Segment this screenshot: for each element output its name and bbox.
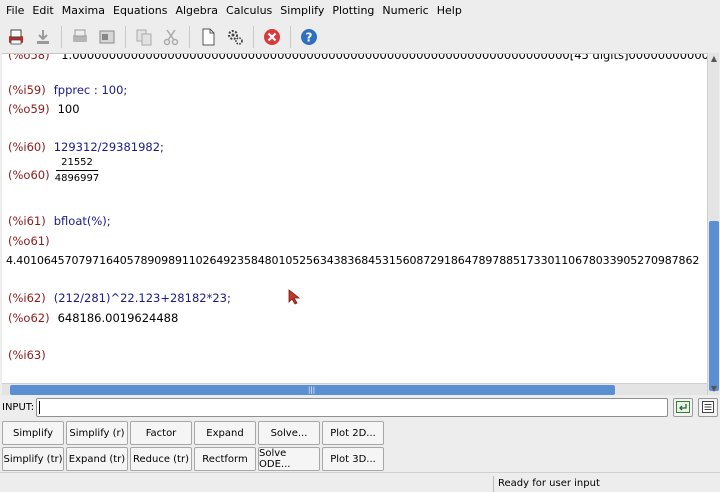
plot-2d-button[interactable]: Plot 2D... <box>322 421 384 445</box>
text-caret <box>39 400 40 414</box>
fraction-numerator: 21552 <box>61 157 93 168</box>
svg-text:?: ? <box>306 31 313 45</box>
toolbar-separator <box>253 26 254 48</box>
button-row-1: Simplify Simplify (r) Factor Expand Solv… <box>2 421 386 445</box>
output-cell: (%o59) 100 <box>8 102 80 116</box>
menu-calculus[interactable]: Calculus <box>222 0 276 22</box>
rectform-button[interactable]: Rectform <box>194 447 256 471</box>
menu-edit[interactable]: Edit <box>28 0 57 22</box>
menu-simplify[interactable]: Simplify <box>276 0 328 22</box>
menu-help[interactable]: Help <box>433 0 466 22</box>
toolbar: ? <box>0 22 720 52</box>
settings-icon[interactable] <box>223 25 247 49</box>
input-expression[interactable]: fpprec : 100; <box>54 83 128 97</box>
print-setup-icon[interactable] <box>95 25 119 49</box>
history-button[interactable] <box>698 397 718 417</box>
scroll-down-icon[interactable]: ▼ <box>708 383 720 395</box>
input-cell[interactable]: (%i62) (212/281)^22.123+28182*23; <box>8 291 231 305</box>
grip-icon: ||| <box>308 386 316 394</box>
expand-button[interactable]: Expand <box>194 421 256 445</box>
new-file-icon[interactable] <box>196 25 220 49</box>
input-field[interactable] <box>36 397 668 417</box>
plot-3d-button[interactable]: Plot 3D... <box>322 447 384 471</box>
enter-icon <box>676 401 690 413</box>
menu-algebra[interactable]: Algebra <box>171 0 222 22</box>
solve-ode-button[interactable]: Solve ODE... <box>258 447 320 471</box>
output-value: 648186.0019624488 <box>57 311 179 325</box>
output-cell: (%o61) <box>8 234 50 248</box>
output-label: (%o60) <box>8 168 50 182</box>
input-label: INPUT: <box>2 401 35 413</box>
status-text: Ready for user input <box>493 476 693 492</box>
print-preview-icon[interactable] <box>68 25 92 49</box>
worksheet[interactable]: (%o58) 1.0000000000000000000000000000000… <box>2 53 707 383</box>
toolbar-separator <box>189 26 190 48</box>
output-label: (%o62) <box>8 311 50 325</box>
mouse-cursor-icon <box>288 289 301 305</box>
input-expression[interactable]: 129312/29381982; <box>54 140 164 154</box>
output-cell: (%o60) <box>8 168 50 182</box>
input-label: (%i62) <box>8 291 46 305</box>
simplify-tr-button[interactable]: Simplify (tr) <box>2 447 64 471</box>
expand-tr-button[interactable]: Expand (tr) <box>66 447 128 471</box>
menu-maxima[interactable]: Maxima <box>58 0 109 22</box>
output-cell: (%o62) 648186.0019624488 <box>8 311 178 325</box>
button-row-2: Simplify (tr) Expand (tr) Reduce (tr) Re… <box>2 447 386 471</box>
toolbar-separator <box>290 26 291 48</box>
input-cell[interactable]: (%i60) 129312/29381982; <box>8 140 164 154</box>
enter-button[interactable] <box>673 397 693 417</box>
input-cell[interactable]: (%i61) bfloat(%); <box>8 214 111 228</box>
menubar: File Edit Maxima Equations Algebra Calcu… <box>0 0 720 22</box>
horizontal-scrollbar[interactable]: ||| <box>2 383 707 395</box>
print-icon[interactable] <box>4 25 28 49</box>
status-bar: Ready for user input <box>0 472 720 492</box>
output-label: (%o61) <box>8 234 50 248</box>
vertical-scroll-thumb[interactable] <box>709 221 719 391</box>
help-icon[interactable]: ? <box>297 25 321 49</box>
bfloat-output: 4.40106457079716405789098911026492358480… <box>6 254 699 267</box>
copy-icon[interactable] <box>132 25 156 49</box>
scroll-up-icon[interactable]: ▲ <box>708 53 720 65</box>
stop-icon[interactable] <box>260 25 284 49</box>
input-cell[interactable]: (%i63) <box>8 348 46 362</box>
solve-button[interactable]: Solve... <box>258 421 320 445</box>
input-expression[interactable]: bfloat(%); <box>54 214 111 228</box>
fraction-denominator: 4896997 <box>54 173 100 184</box>
input-label: (%i59) <box>8 83 46 97</box>
output-value: 1.00000000000000000000000000000000000000… <box>61 53 707 62</box>
input-cell[interactable]: (%i59) fpprec : 100; <box>8 83 127 97</box>
simplify-button[interactable]: Simplify <box>2 421 64 445</box>
output-label: (%o58) <box>8 53 50 62</box>
save-icon[interactable] <box>31 25 55 49</box>
reduce-tr-button[interactable]: Reduce (tr) <box>130 447 192 471</box>
fraction-output: 21552 4896997 <box>54 157 100 184</box>
list-icon <box>702 401 714 413</box>
menu-plotting[interactable]: Plotting <box>328 0 378 22</box>
cut-icon[interactable] <box>159 25 183 49</box>
input-expression[interactable]: (212/281)^22.123+28182*23; <box>54 291 231 305</box>
input-label: (%i60) <box>8 140 46 154</box>
menu-file[interactable]: File <box>2 0 28 22</box>
factor-button[interactable]: Factor <box>130 421 192 445</box>
vertical-scrollbar[interactable]: ▲ ▼ <box>707 53 719 395</box>
output-value: 100 <box>57 102 80 116</box>
input-row: INPUT: <box>0 396 720 418</box>
toolbar-separator <box>125 26 126 48</box>
toolbar-separator <box>61 26 62 48</box>
output-value: 4.40106457079716405789098911026492358480… <box>6 254 700 267</box>
input-label: (%i63) <box>8 348 46 362</box>
menu-numeric[interactable]: Numeric <box>378 0 432 22</box>
simplify-r-button[interactable]: Simplify (r) <box>66 421 128 445</box>
menu-equations[interactable]: Equations <box>109 0 171 22</box>
cut-off-output: (%o58) 1.0000000000000000000000000000000… <box>8 53 707 62</box>
output-label: (%o59) <box>8 102 50 116</box>
input-label: (%i61) <box>8 214 46 228</box>
